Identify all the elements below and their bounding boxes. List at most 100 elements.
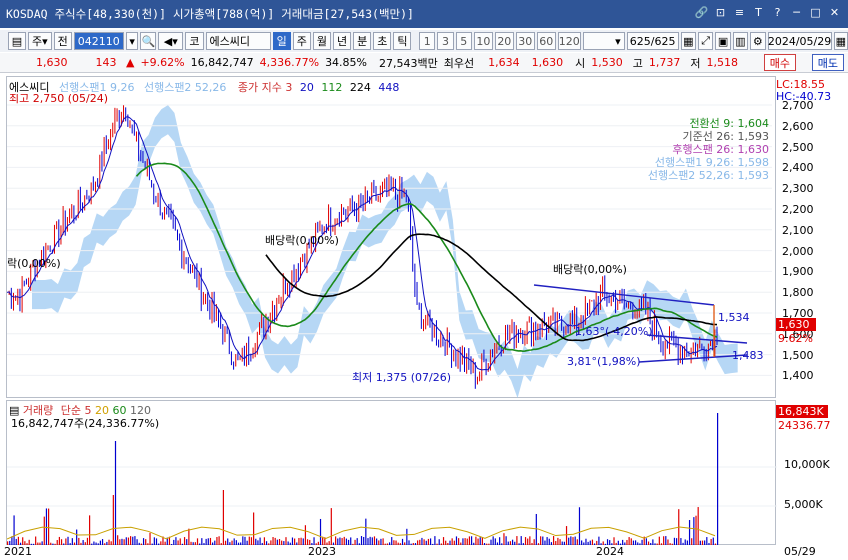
ichimoku-base: 기준선 26: 1,593 <box>682 130 769 143</box>
x-tick-2024: 2024 <box>596 545 624 558</box>
volume-bar <box>13 515 15 545</box>
volume-bar <box>350 537 352 545</box>
open-label: 시 <box>575 56 586 70</box>
volume-bar <box>89 515 91 545</box>
volume-bar <box>421 537 423 545</box>
volume-bars <box>7 413 719 545</box>
market-select[interactable]: 주 ▾ <box>28 32 52 50</box>
volume-bar <box>697 507 699 545</box>
volume-bar <box>142 538 145 545</box>
volume-bar <box>272 537 274 545</box>
chart-tool-icon[interactable]: ▦ <box>680 32 696 50</box>
count-field[interactable]: 625/625 <box>626 32 679 50</box>
code-button[interactable]: 코 <box>185 32 204 50</box>
code-dropdown-icon[interactable]: ▾ <box>125 32 139 50</box>
period-tick[interactable]: 틱 <box>393 32 412 50</box>
maximize-icon[interactable]: □ <box>808 5 823 20</box>
volume-bar <box>516 536 518 545</box>
calendar-icon[interactable]: ▦ <box>833 32 848 50</box>
change: 143 ▲ <box>95 56 135 69</box>
volume-bar <box>658 536 660 545</box>
volume-bar <box>76 529 78 545</box>
volume-bar <box>568 537 570 545</box>
menu-icon[interactable]: ≡ <box>732 5 747 20</box>
list-icon[interactable]: ▤ <box>8 32 26 50</box>
stock-name-field[interactable]: 에스씨디 <box>205 32 271 50</box>
legend-ma20: 20 <box>299 81 314 94</box>
best-bid: 1,630 <box>531 56 564 69</box>
date-field[interactable]: 2024/05/29 <box>767 32 832 50</box>
period-week[interactable]: 주 <box>292 32 311 50</box>
save-icon[interactable]: ▣ <box>715 32 731 50</box>
period-day[interactable]: 일 <box>272 32 291 50</box>
table-icon[interactable]: ▥ <box>732 32 749 50</box>
minute-20[interactable]: 20 <box>494 32 514 50</box>
help-icon[interactable]: ? <box>770 5 785 20</box>
period-second[interactable]: 초 <box>373 32 392 50</box>
window-buttons: 🔗 ⊡ ≡ T ? ─ □ ✕ <box>694 5 842 20</box>
minute-5[interactable]: 5 <box>455 32 472 50</box>
volume-bar <box>382 538 384 545</box>
volume-bar <box>17 536 19 545</box>
volume-bar <box>613 537 615 545</box>
minute-120[interactable]: 120 <box>557 32 581 50</box>
period-month[interactable]: 월 <box>312 32 331 50</box>
open: 1,530 <box>591 56 623 69</box>
buy-button[interactable]: 매수 <box>763 54 796 71</box>
volume-bar <box>406 528 408 545</box>
sell-button[interactable]: 매도 <box>811 54 844 71</box>
candles <box>8 105 718 389</box>
volume-bar <box>468 536 471 545</box>
period-minute[interactable]: 분 <box>353 32 372 50</box>
volume-bar <box>291 537 294 545</box>
annotation-low: 최저 1,375 (07/26) <box>352 371 451 384</box>
font-icon[interactable]: T <box>751 5 766 20</box>
period-year[interactable]: 년 <box>332 32 352 50</box>
volume-bar <box>458 538 460 545</box>
crosshair-icon[interactable]: ⤢ <box>698 32 714 50</box>
volume-bar <box>222 490 225 545</box>
volume-bar <box>125 537 127 545</box>
volume-bar <box>529 536 531 545</box>
ichimoku-span2: 선행스팬2 52,26: 1,593 <box>647 169 769 182</box>
volume-bar <box>570 536 572 545</box>
close-icon[interactable]: ✕ <box>827 5 842 20</box>
turnover: 34.85% <box>325 56 368 69</box>
volume-bar <box>365 518 367 545</box>
price-tick: 1,900 <box>782 265 814 279</box>
interval-dropdown[interactable]: ▾ <box>582 32 625 50</box>
minute-3[interactable]: 3 <box>437 32 454 50</box>
volume-bar <box>330 508 332 545</box>
amount: 27,543백만 <box>379 56 438 70</box>
chart-legend: 에스씨디 선행스팬1 9,26 선행스팬2 52,26 종가 지수 3 20 1… <box>9 79 399 95</box>
annotation-left-div: 락(0,00%) <box>7 257 61 270</box>
volume-bar <box>434 536 436 545</box>
volume-bar <box>369 536 371 545</box>
gear-icon[interactable]: ⚙ <box>750 32 766 50</box>
volume-bar <box>524 537 527 545</box>
minute-30[interactable]: 30 <box>515 32 535 50</box>
x-tick-date: 05/29 <box>784 545 816 558</box>
link-icon[interactable]: 🔗 <box>694 5 709 20</box>
volume-bar <box>188 528 190 545</box>
volume-bar <box>22 537 24 545</box>
x-tick-2021: 2021 <box>4 545 32 558</box>
volume-bar <box>300 537 302 545</box>
prev-button[interactable]: 전 <box>53 32 72 50</box>
minute-10[interactable]: 10 <box>473 32 493 50</box>
minimize-icon[interactable]: ─ <box>789 5 804 20</box>
restore-icon[interactable]: ⊡ <box>713 5 728 20</box>
window-titlebar: KOSDAQ 주식수[48,330(천)] 시가총액[788(억)] 거래대금[… <box>0 0 848 28</box>
volume-bar <box>628 537 630 545</box>
stock-code-input[interactable]: 042110 <box>73 32 124 50</box>
volume-bar <box>356 538 358 545</box>
price-chart[interactable]: 최고 2,750 (05/24) 최저 1,375 (07/26) 배당락(0,00… <box>6 76 776 399</box>
volume-bar <box>455 536 458 545</box>
legend-ma448: 448 <box>378 81 400 94</box>
volume-bar <box>274 537 276 545</box>
search-icon[interactable]: 🔍 <box>140 32 157 50</box>
minute-60[interactable]: 60 <box>536 32 556 50</box>
volume-chart[interactable]: ▤ 거래량 단순 5 20 60 120 16,842,747주(24,336.… <box>6 400 777 545</box>
speaker-icon[interactable]: ◀▾ <box>158 32 184 50</box>
minute-1[interactable]: 1 <box>419 32 436 50</box>
